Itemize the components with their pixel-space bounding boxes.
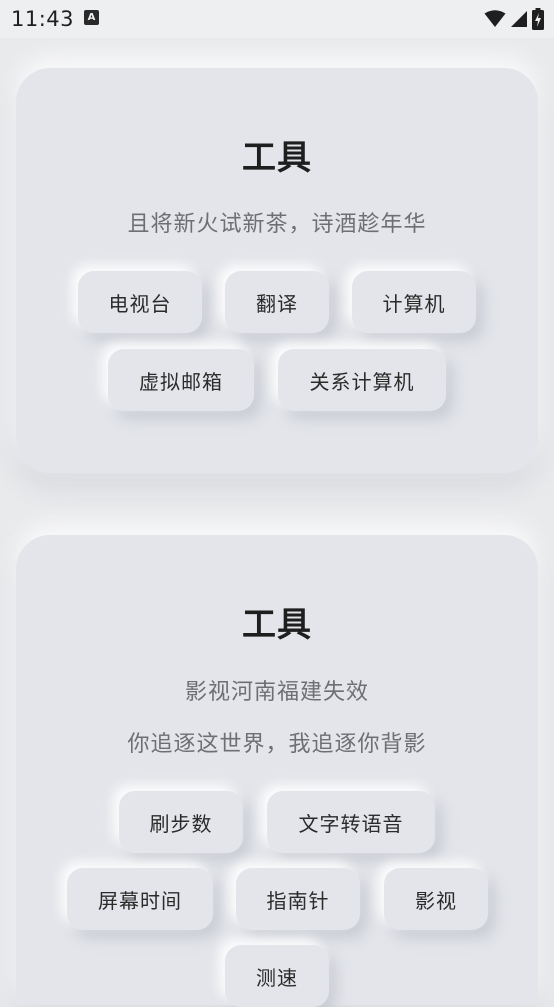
notification-icon-letter: A: [87, 12, 96, 23]
text-to-speech-button[interactable]: 文字转语音: [267, 791, 435, 853]
calculator-button[interactable]: 计算机: [352, 271, 476, 333]
card-subtitle: 影视河南福建失效: [184, 680, 369, 705]
card-title: 工具: [242, 605, 312, 645]
card-title: 工具: [242, 138, 312, 178]
speed-test-button[interactable]: 测速: [225, 945, 329, 1007]
status-time: 11:43: [11, 7, 75, 31]
battery-charging-icon: [532, 8, 544, 30]
card-subtitle-2: 你追逐这世界，我追逐你背影: [127, 732, 427, 757]
compass-button[interactable]: 指南针: [236, 868, 360, 930]
wifi-icon: [484, 10, 506, 27]
status-icons: [484, 8, 544, 30]
translate-button[interactable]: 翻译: [225, 271, 329, 333]
virtual-mailbox-button[interactable]: 虚拟邮箱: [108, 349, 254, 411]
screen-time-button[interactable]: 屏幕时间: [67, 868, 213, 930]
cell-signal-icon: [511, 11, 527, 27]
tools-card-2: 工具 影视河南福建失效 你追逐这世界，我追逐你背影 刷步数 文字转语音 屏幕时间…: [16, 535, 538, 1007]
step-count-button[interactable]: 刷步数: [119, 791, 243, 853]
movies-button[interactable]: 影视: [384, 868, 488, 930]
status-bar: 11:43 A: [0, 0, 554, 38]
notification-app-icon: A: [84, 10, 99, 25]
tools-card-1: 工具 且将新火试新茶，诗酒趁年华 电视台 翻译 计算机 虚拟邮箱 关系计算机: [16, 68, 538, 473]
relationship-calculator-button[interactable]: 关系计算机: [278, 349, 446, 411]
tv-station-button[interactable]: 电视台: [78, 271, 202, 333]
card-subtitle: 且将新火试新茶，诗酒趁年华: [127, 212, 427, 237]
